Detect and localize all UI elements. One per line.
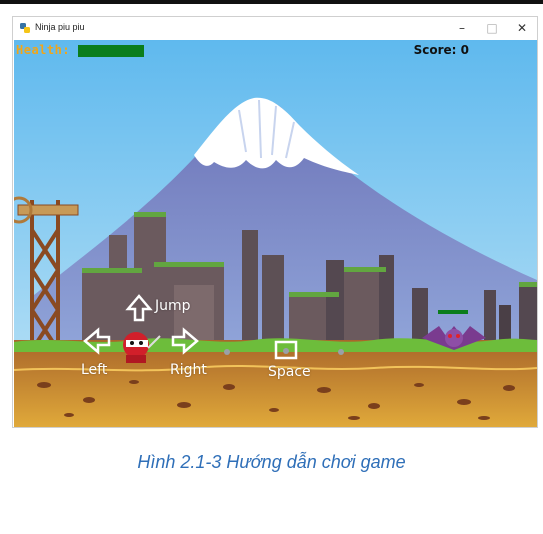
enemy-health-bar (438, 310, 468, 314)
close-button[interactable]: ✕ (507, 19, 537, 37)
window-title: Ninja piu piu (35, 22, 85, 32)
right-label: Right (170, 362, 207, 378)
left-label: Left (81, 362, 108, 378)
game-window: Ninja piu piu – □ ✕ Health: Score: 0 Jum… (12, 16, 538, 428)
score-display: Score: 0 (413, 43, 469, 57)
top-rule (0, 0, 543, 4)
title-bar[interactable]: Ninja piu piu – □ ✕ (13, 17, 537, 39)
player-health-bar (78, 45, 144, 57)
health-label: Health: (16, 43, 71, 57)
python-app-icon (20, 23, 30, 33)
maximize-button[interactable]: □ (477, 19, 507, 37)
figure-caption: Hình 2.1-3 Hướng dẫn chơi game (137, 452, 406, 472)
space-label: Space (268, 364, 311, 380)
game-canvas[interactable]: Health: Score: 0 Jump Left Right Space (14, 40, 537, 427)
jump-label: Jump (155, 298, 191, 314)
minimize-button[interactable]: – (447, 19, 477, 37)
